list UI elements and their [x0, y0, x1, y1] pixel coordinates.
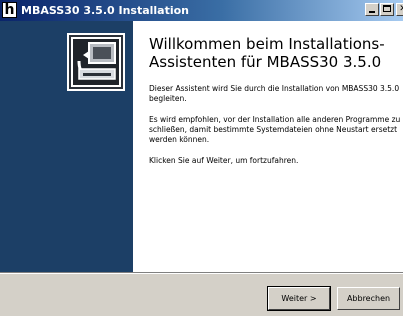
maximize-button[interactable]: [380, 3, 394, 16]
welcome-panel: Willkommen beim Installations-Assistente…: [0, 21, 403, 272]
title-bar[interactable]: h MBASS30 3.5.0 Installation ✕: [0, 0, 403, 21]
close-icon: ✕: [399, 4, 403, 14]
app-icon[interactable]: h: [2, 2, 17, 18]
installer-window: h MBASS30 3.5.0 Installation ✕ Willkomme…: [0, 0, 403, 316]
recommendation-paragraph: Es wird empfohlen, vor der Installation …: [149, 115, 401, 144]
minimize-button[interactable]: [365, 3, 379, 16]
welcome-heading: Willkommen beim Installations-Assistente…: [149, 35, 385, 71]
maximize-icon: [383, 5, 391, 12]
close-button[interactable]: ✕: [396, 3, 403, 16]
continue-paragraph: Klicken Sie auf Weiter, um fortzufahren.: [149, 156, 299, 165]
button-separator: [0, 272, 403, 274]
installer-logo-icon: [67, 33, 125, 91]
window-title: MBASS30 3.5.0 Installation: [21, 4, 190, 17]
minimize-icon: [369, 11, 375, 13]
cancel-button[interactable]: Abbrechen: [337, 287, 400, 310]
intro-paragraph: Dieser Assistent wird Sie durch die Inst…: [149, 84, 400, 103]
next-button[interactable]: Weiter >: [267, 286, 331, 311]
wizard-sidebar: [0, 21, 133, 272]
